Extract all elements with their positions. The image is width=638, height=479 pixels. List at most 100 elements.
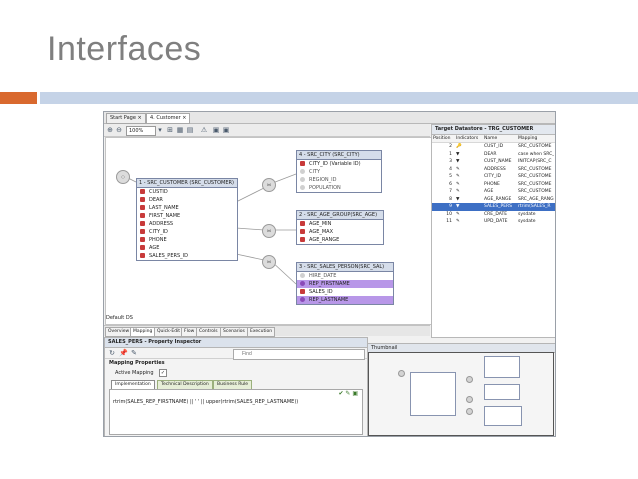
edit-icon[interactable]: ✎ <box>130 349 138 357</box>
attribute-row[interactable]: REGION_ID <box>297 176 381 184</box>
table-row[interactable]: 8 ▼ AGE_RANGE SRC_AGE_RANG <box>432 196 555 204</box>
mapping-indicator-icon: ✎ <box>456 181 460 187</box>
tab-execution[interactable]: Execution <box>247 327 276 337</box>
thumbnail-model <box>484 406 522 426</box>
attribute-row[interactable]: CITY_ID (Variable ID) <box>297 160 381 168</box>
row-position: 3 <box>449 159 452 164</box>
join-connector-icon[interactable]: ⋈ <box>262 178 276 192</box>
table-row[interactable]: 6 ✎ PHONE SRC_CUSTOME <box>432 181 555 189</box>
tab-controls[interactable]: Controls <box>196 327 221 337</box>
interface-tab-strip: Overview Mapping Quick-Edit Flow Control… <box>104 325 430 337</box>
zoom-in-icon[interactable]: ⊕ <box>106 126 114 134</box>
pin-icon[interactable]: 📌 <box>119 349 128 357</box>
default-ds-label[interactable]: Default DS <box>106 315 133 321</box>
model-src-customer[interactable]: 1 - SRC_CUSTOMER (SRC_CUSTOMER) CUSTID D… <box>136 178 238 261</box>
zoom-out-icon[interactable]: ⊖ <box>115 126 123 134</box>
attribute-row[interactable]: REP_LASTNAME <box>297 296 393 304</box>
attribute-row[interactable]: SALES_PERS_ID <box>137 252 237 260</box>
model-src-age-group[interactable]: 2 - SRC_AGE_GROUP(SRC_AGE) AGE_MIN AGE_M… <box>296 210 384 245</box>
table-row[interactable]: 5 ✎ CITY_ID SRC_CUSTOME <box>432 173 555 181</box>
row-position: 9 <box>449 204 452 209</box>
warning-icon[interactable]: ⚠ <box>200 126 208 134</box>
table-row[interactable]: 1 ▼ DEAR case when SRC_ <box>432 151 555 159</box>
attribute-row[interactable]: HIRE_DATE <box>297 272 393 280</box>
thumbnail-viewport[interactable] <box>368 352 554 436</box>
model-src-city[interactable]: 4 - SRC_CITY (SRC_CITY) CITY_ID (Variabl… <box>296 150 382 193</box>
thumbnail-model <box>484 384 520 400</box>
diagram-canvas[interactable]: ○ ⋈ ⋈ ⋈ 1 - SRC_CUSTOMER (SRC_CUSTOMER) … <box>105 137 432 325</box>
attribute-row[interactable]: FIRST_NAME <box>137 212 237 220</box>
attribute-label: PHONE <box>149 237 167 243</box>
table-row[interactable]: 7 ✎ AGE SRC_CUSTOME <box>432 188 555 196</box>
column-header[interactable]: Name <box>484 135 514 142</box>
tab-start-page[interactable]: Start Page × <box>106 113 146 124</box>
fit-icon[interactable]: ⊞ <box>166 126 174 134</box>
model-src-sales-person[interactable]: 3 - SRC_SALES_PERSON(SRC_SAL) HIRE_DATE … <box>296 262 394 305</box>
row-position: 7 <box>449 189 452 194</box>
attribute-row[interactable]: AGE <box>137 244 237 252</box>
tab-scenarios[interactable]: Scenarios <box>220 327 248 337</box>
join-connector-icon[interactable]: ⋈ <box>262 224 276 238</box>
attribute-row[interactable]: REP_FIRSTNAME <box>297 280 393 288</box>
row-mapping: SRC_AGE_RANG <box>518 196 554 202</box>
check-icon[interactable]: ✔ ✎ ▣ <box>338 390 358 397</box>
tab-flow[interactable]: Flow <box>181 327 198 337</box>
attribute-row[interactable]: AGE_RANGE <box>297 236 383 244</box>
table-row[interactable]: 11 ✎ UPD_DATE sysdate <box>432 218 555 226</box>
attribute-row[interactable]: PHONE <box>137 236 237 244</box>
active-mapping-checkbox[interactable]: ✓ <box>159 369 167 377</box>
attribute-row[interactable]: ADDRESS <box>137 220 237 228</box>
find-input[interactable] <box>233 349 365 360</box>
tab-customer[interactable]: 4. Customer × <box>146 113 191 124</box>
row-name: CITY_ID <box>484 174 502 179</box>
table-row[interactable]: 10 ✎ CRE_DATE sysdate <box>432 211 555 219</box>
grid-icon[interactable]: ▣ <box>222 126 230 134</box>
row-position: 4 <box>449 166 452 172</box>
print-icon[interactable]: ▤ <box>186 126 194 134</box>
expression-editor[interactable]: rtrim(SALES_REP_FIRSTNAME) || ' ' || upp… <box>109 389 363 435</box>
table-row[interactable]: 2 🔑 CUST_ID SRC_CUSTOME <box>432 143 555 151</box>
row-position: 1 <box>449 151 452 157</box>
filter-indicator-icon: ▼ <box>456 151 460 157</box>
column-icon <box>140 221 145 226</box>
column-icon <box>300 169 305 174</box>
filter-indicator-icon: ▼ <box>456 159 460 164</box>
attribute-row[interactable]: AGE_MIN <box>297 220 383 228</box>
attribute-row[interactable]: POPULATION <box>297 184 381 192</box>
table-row[interactable]: 4 ✎ ADDRESS SRC_CUSTOME <box>432 166 555 174</box>
grid-icon[interactable]: ▣ <box>212 126 220 134</box>
column-header[interactable]: Indicators <box>456 135 478 142</box>
refresh-icon[interactable]: ↻ <box>108 349 116 357</box>
tab-mapping[interactable]: Mapping <box>130 327 156 337</box>
table-row-selected[interactable]: 9 ▼ SALES_PERS rtrim(SALES_R <box>432 203 555 211</box>
attribute-label: REP_FIRSTNAME <box>309 281 350 287</box>
attribute-row[interactable]: CUSTID <box>137 188 237 196</box>
filter-indicator-icon: ▼ <box>456 204 460 209</box>
table-row[interactable]: 3 ▼ CUST_NAME INITCAP(SRC_C <box>432 158 555 166</box>
row-mapping: case when SRC_ <box>518 151 554 157</box>
attribute-row[interactable]: DEAR <box>137 196 237 204</box>
column-header[interactable]: Position <box>433 135 451 142</box>
attribute-row[interactable]: CITY_ID <box>137 228 237 236</box>
column-icon <box>140 229 145 234</box>
column-icon <box>300 281 305 286</box>
column-icon <box>140 237 145 242</box>
join-connector-icon[interactable]: ⋈ <box>262 255 276 269</box>
attribute-row[interactable]: SALES_ID <box>297 288 393 296</box>
attribute-label: AGE_RANGE <box>309 237 340 243</box>
filter-connector-icon[interactable]: ○ <box>116 170 130 184</box>
column-icon <box>300 221 305 226</box>
inspector-toolbar: ↻ 📌 ✎ <box>105 348 367 360</box>
tab-quick-edit[interactable]: Quick-Edit <box>154 327 184 337</box>
chevron-down-icon[interactable]: ▾ <box>156 126 164 134</box>
tab-overview[interactable]: Overview <box>105 327 133 337</box>
mapping-indicator-icon: ✎ <box>456 189 460 194</box>
attribute-row[interactable]: LAST_NAME <box>137 204 237 212</box>
attribute-row[interactable]: AGE_MAX <box>297 228 383 236</box>
zoom-select[interactable]: 100% <box>126 126 156 136</box>
key-indicator-icon: 🔑 <box>456 144 462 149</box>
layout-icon[interactable]: ▦ <box>176 126 184 134</box>
column-header[interactable]: Mapping <box>518 135 554 142</box>
mapping-indicator-icon: ✎ <box>456 174 460 179</box>
attribute-row[interactable]: CITY <box>297 168 381 176</box>
